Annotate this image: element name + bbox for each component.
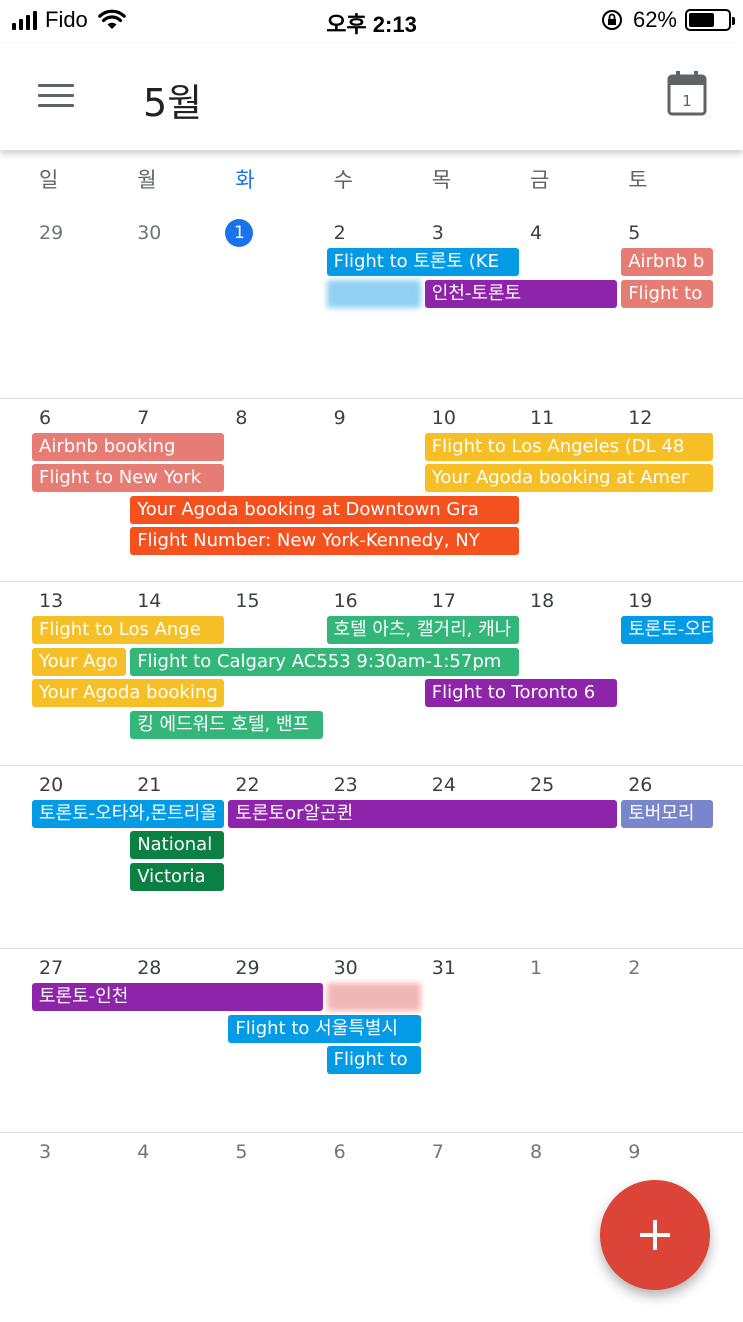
date-number[interactable]: 9 — [334, 407, 346, 429]
date-number[interactable]: 4 — [137, 1141, 149, 1163]
date-number[interactable]: 20 — [39, 774, 63, 796]
event-chip[interactable]: Flight to — [621, 279, 713, 308]
month-title[interactable]: 5월 — [143, 72, 202, 127]
event-chip[interactable]: Flight to Toronto 6 — [424, 679, 618, 708]
redacted-event — [326, 983, 421, 1012]
date-number[interactable]: 22 — [235, 774, 259, 796]
event-chip[interactable]: 토론토-오타와,몬트리올 — [32, 799, 225, 828]
event-chip[interactable]: Your Agoda booking — [32, 679, 225, 708]
calendar-today-icon[interactable]: 1 — [667, 70, 707, 116]
event-chip[interactable]: 킹 에드워드 호텔, 밴프 — [130, 710, 323, 739]
week-row: 27 28 29 30 31 1 2 토론토-인천 Flight to 서울특별시 Flight … — [0, 948, 743, 1132]
date-number[interactable]: 21 — [137, 774, 161, 796]
date-number[interactable]: 1 — [530, 957, 542, 979]
event-chip[interactable]: Airbnb booking — [32, 432, 225, 461]
date-number[interactable]: 4 — [530, 222, 542, 244]
week-row: 29 30 1 2 3 4 5 Flight to 토론토 (KE 인천-토론토 Airbnb b… — [0, 214, 743, 398]
date-number[interactable]: 8 — [235, 407, 247, 429]
date-number[interactable]: 30 — [334, 957, 358, 979]
hamburger-menu-icon[interactable] — [38, 84, 74, 108]
event-chip[interactable]: Your Ago — [32, 647, 127, 676]
date-number[interactable]: 2 — [628, 957, 640, 979]
date-number[interactable]: 30 — [137, 222, 161, 244]
add-event-button[interactable] — [600, 1180, 710, 1290]
week-row: 20 21 22 23 24 25 26 토론토-오타와,몬트리올 토론토or알곤퀸 토버모리 Na… — [0, 764, 743, 949]
date-number[interactable]: 19 — [628, 590, 652, 612]
redacted-event — [326, 279, 421, 308]
week-row: 13 14 15 16 17 18 19 Flight to Los Ange 호텔 아츠, 캘… — [0, 581, 743, 765]
date-number[interactable]: 7 — [137, 407, 149, 429]
event-chip[interactable]: Flight to 토론토 (KE — [326, 248, 519, 276]
event-chip[interactable]: 호텔 아츠, 캘거리, 캐나 — [326, 616, 519, 645]
date-number[interactable]: 27 — [39, 957, 63, 979]
weekday-label: 토 — [628, 168, 648, 192]
event-chip[interactable]: Your Agoda booking at Amer — [424, 464, 713, 493]
event-chip[interactable]: Flight to New York — [32, 464, 225, 493]
event-chip[interactable]: 토버모리 — [621, 799, 713, 828]
date-number[interactable]: 8 — [530, 1141, 542, 1163]
date-number[interactable]: 6 — [39, 407, 51, 429]
date-number[interactable]: 29 — [39, 222, 63, 244]
date-number[interactable]: 31 — [432, 957, 456, 979]
event-chip[interactable]: Flight to Los Angeles (DL 48 — [424, 432, 713, 461]
event-chip[interactable]: Flight Number: New York-Kennedy, NY — [130, 527, 519, 556]
date-number[interactable]: 7 — [432, 1141, 444, 1163]
event-chip[interactable]: 인천-토론토 — [424, 279, 618, 308]
weekday-label: 금 — [530, 168, 550, 192]
date-number[interactable]: 26 — [628, 774, 652, 796]
event-chip[interactable]: 토론토-오타 — [621, 616, 713, 645]
weekday-label: 화 — [235, 168, 255, 192]
date-number[interactable]: 16 — [334, 590, 358, 612]
status-right: 62% — [601, 7, 735, 33]
date-number[interactable]: 14 — [137, 590, 161, 612]
date-number[interactable]: 3 — [432, 222, 444, 244]
date-number[interactable]: 9 — [628, 1141, 640, 1163]
date-number[interactable]: 12 — [628, 407, 652, 429]
date-number[interactable]: 10 — [432, 407, 456, 429]
weekday-label: 수 — [333, 168, 353, 192]
today-date-number[interactable]: 1 — [225, 219, 254, 247]
date-number[interactable]: 18 — [530, 590, 554, 612]
weekday-label: 목 — [431, 168, 452, 192]
date-number[interactable]: 25 — [530, 774, 554, 796]
date-number[interactable]: 17 — [432, 590, 456, 612]
event-chip[interactable]: Flight to 서울특별시 — [228, 1014, 421, 1043]
plus-icon — [640, 1220, 670, 1250]
event-chip[interactable]: Flight to Calgary AC553 9:30am-1:57pm — [130, 647, 519, 676]
date-number[interactable]: 23 — [334, 774, 358, 796]
event-chip[interactable]: 토론토or알곤퀸 — [228, 799, 618, 828]
date-number[interactable]: 24 — [432, 774, 456, 796]
event-chip[interactable]: 토론토-인천 — [32, 983, 323, 1012]
app-bar: 5월 1 — [0, 44, 743, 150]
event-chip[interactable]: Flight to — [326, 1046, 421, 1075]
event-chip[interactable]: Airbnb b — [621, 248, 713, 276]
weekday-header: 일월화수목금토 — [0, 164, 743, 198]
date-number[interactable]: 29 — [235, 957, 259, 979]
battery-icon — [685, 9, 735, 31]
week-row: 6 7 8 9 10 11 12 Airbnb booking Flight to New Yo… — [0, 397, 743, 582]
weekday-label: 월 — [137, 168, 157, 192]
date-number[interactable]: 6 — [334, 1141, 346, 1163]
date-number[interactable]: 5 — [628, 222, 640, 244]
event-chip[interactable]: National — [130, 831, 225, 860]
date-number[interactable]: 28 — [137, 957, 161, 979]
today-number: 1 — [682, 92, 692, 110]
date-number[interactable]: 5 — [235, 1141, 247, 1163]
date-number[interactable]: 15 — [235, 590, 259, 612]
date-number[interactable]: 13 — [39, 590, 63, 612]
weekday-label: 일 — [39, 168, 59, 192]
orientation-lock-icon — [601, 10, 622, 30]
date-number[interactable]: 2 — [334, 222, 346, 244]
date-number[interactable]: 11 — [530, 407, 554, 429]
date-number[interactable]: 3 — [39, 1141, 51, 1163]
event-chip[interactable]: Victoria — [130, 862, 225, 891]
event-chip[interactable]: Your Agoda booking at Downtown Gra — [130, 495, 519, 524]
event-chip[interactable]: Flight to Los Ange — [32, 616, 225, 645]
battery-percent: 62% — [632, 7, 677, 32]
status-bar: Fido 오후 2:13 62% — [0, 0, 743, 44]
